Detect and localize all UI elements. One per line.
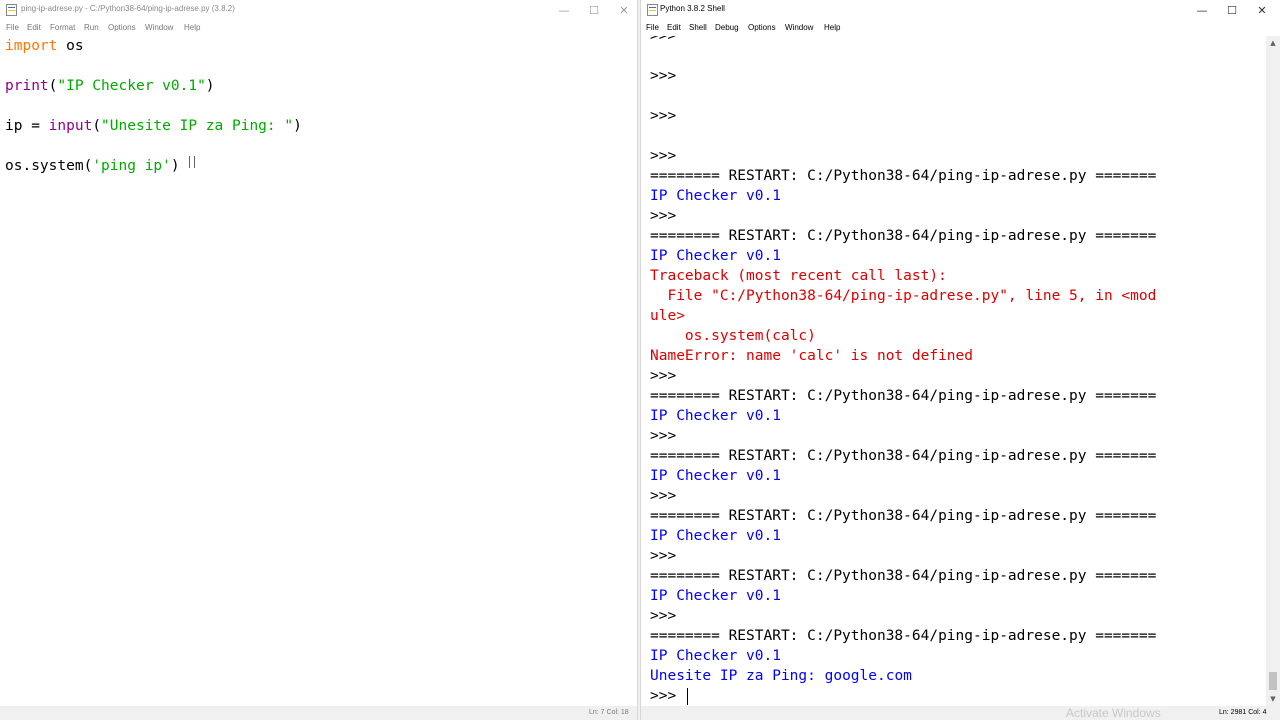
restart-line: ======== RESTART: C:/Python38-64/ping-ip… — [650, 168, 1157, 184]
shell-prompt: >>> — [650, 548, 677, 564]
shell-window[interactable]: Python 3.8.2 Shell — ☐ ✕ File Edit Shell… — [641, 0, 1280, 720]
python-file-icon — [6, 4, 17, 16]
shell-prompt: >>> — [650, 688, 685, 704]
program-output: IP Checker v0.1 — [650, 188, 781, 204]
menu-help[interactable]: Help — [184, 23, 200, 32]
editor-title: ping-ip-adrese.py - C:/Python38-64/ping-… — [21, 4, 235, 13]
menu-edit[interactable]: Edit — [667, 23, 681, 32]
code-line: import os — [5, 38, 84, 54]
code-line: print("IP Checker v0.1") — [5, 78, 215, 94]
shell-output[interactable]: >>> >>> >>> >>> ======== RESTART: C:/Pyt… — [645, 36, 1266, 706]
menu-shell[interactable]: Shell — [689, 23, 707, 32]
editor-menubar: File Edit Format Run Options Window Help — [0, 20, 637, 36]
traceback-file: File "C:/Python38-64/ping-ip-adrese.py",… — [650, 288, 1157, 304]
maximize-button[interactable]: ☐ — [1217, 0, 1247, 20]
code-line: ip = input("Unesite IP za Ping: ") — [5, 118, 302, 134]
editor-line-col: Ln: 7 Col: 18 — [589, 709, 629, 716]
python-shell-icon — [647, 4, 658, 16]
menu-file[interactable]: File — [6, 23, 19, 32]
shell-scrollbar[interactable]: ▲ ▼ — [1266, 36, 1280, 706]
code-line: os.system('ping ip') — [5, 158, 180, 174]
menu-help[interactable]: Help — [824, 23, 840, 32]
shell-menubar: File Edit Shell Debug Options Window Hel… — [641, 20, 1280, 36]
close-button[interactable]: ✕ — [1247, 0, 1277, 20]
code-editor[interactable]: import os print("IP Checker v0.1") ip = … — [0, 36, 630, 706]
editor-window[interactable]: ping-ip-adrese.py - C:/Python38-64/ping-… — [0, 0, 637, 720]
active-prompt-line[interactable]: >>> — [650, 686, 688, 706]
program-output: IP Checker v0.1 — [650, 468, 781, 484]
minimize-button[interactable]: — — [549, 0, 579, 20]
menu-window[interactable]: Window — [785, 23, 813, 32]
program-output: IP Checker v0.1 — [650, 408, 781, 424]
editor-titlebar[interactable]: ping-ip-adrese.py - C:/Python38-64/ping-… — [0, 0, 637, 20]
scroll-up-icon[interactable]: ▲ — [1266, 36, 1280, 50]
text-cursor-pointer-icon — [189, 156, 195, 168]
shell-prompt: >>> — [650, 608, 677, 624]
restart-line: ======== RESTART: C:/Python38-64/ping-ip… — [650, 568, 1157, 584]
shell-prompt: >>> — [650, 36, 677, 44]
shell-prompt: >>> — [650, 148, 677, 164]
menu-debug[interactable]: Debug — [715, 23, 739, 32]
text-caret — [686, 687, 688, 705]
activate-windows-watermark: Activate Windows — [1066, 706, 1161, 720]
close-button[interactable]: ✕ — [609, 0, 637, 20]
restart-line: ======== RESTART: C:/Python38-64/ping-ip… — [650, 628, 1157, 644]
program-output: IP Checker v0.1 — [650, 588, 781, 604]
menu-window[interactable]: Window — [145, 23, 173, 32]
shell-prompt: >>> — [650, 68, 677, 84]
restart-line: ======== RESTART: C:/Python38-64/ping-ip… — [650, 508, 1157, 524]
traceback-code: os.system(calc) — [650, 328, 816, 344]
maximize-button[interactable]: ☐ — [579, 0, 609, 20]
restart-line: ======== RESTART: C:/Python38-64/ping-ip… — [650, 228, 1157, 244]
shell-prompt: >>> — [650, 108, 677, 124]
menu-file[interactable]: File — [646, 23, 659, 32]
scroll-down-icon[interactable]: ▼ — [1266, 692, 1280, 706]
menu-options[interactable]: Options — [748, 23, 776, 32]
user-input-value: google.com — [824, 668, 912, 684]
shell-prompt: >>> — [650, 208, 677, 224]
program-output: IP Checker v0.1 — [650, 248, 781, 264]
minimize-button[interactable]: — — [1187, 0, 1217, 20]
restart-line: ======== RESTART: C:/Python38-64/ping-ip… — [650, 448, 1157, 464]
shell-line-col: Ln: 2981 Col: 4 — [1219, 709, 1267, 716]
menu-run[interactable]: Run — [84, 23, 99, 32]
program-output: IP Checker v0.1 — [650, 648, 781, 664]
shell-titlebar[interactable]: Python 3.8.2 Shell — ☐ ✕ — [641, 0, 1280, 20]
shell-title: Python 3.8.2 Shell — [660, 4, 725, 13]
shell-prompt: >>> — [650, 428, 677, 444]
shell-statusbar: Ln: 2981 Col: 4 — [641, 706, 1280, 720]
menu-format[interactable]: Format — [50, 23, 75, 32]
restart-line: ======== RESTART: C:/Python38-64/ping-ip… — [650, 388, 1157, 404]
traceback-header: Traceback (most recent call last): — [650, 268, 947, 284]
input-prompt-text: Unesite IP za Ping: — [650, 668, 825, 684]
shell-prompt: >>> — [650, 488, 677, 504]
editor-statusbar: Ln: 7 Col: 18 — [0, 706, 637, 720]
input-line: Unesite IP za Ping: google.com — [650, 666, 912, 686]
program-output: IP Checker v0.1 — [650, 528, 781, 544]
name-error: NameError: name 'calc' is not defined — [650, 348, 974, 364]
menu-edit[interactable]: Edit — [27, 23, 41, 32]
traceback-module: ule> — [650, 308, 685, 324]
scrollbar-thumb[interactable] — [1269, 672, 1277, 690]
menu-options[interactable]: Options — [108, 23, 136, 32]
shell-prompt: >>> — [650, 368, 677, 384]
